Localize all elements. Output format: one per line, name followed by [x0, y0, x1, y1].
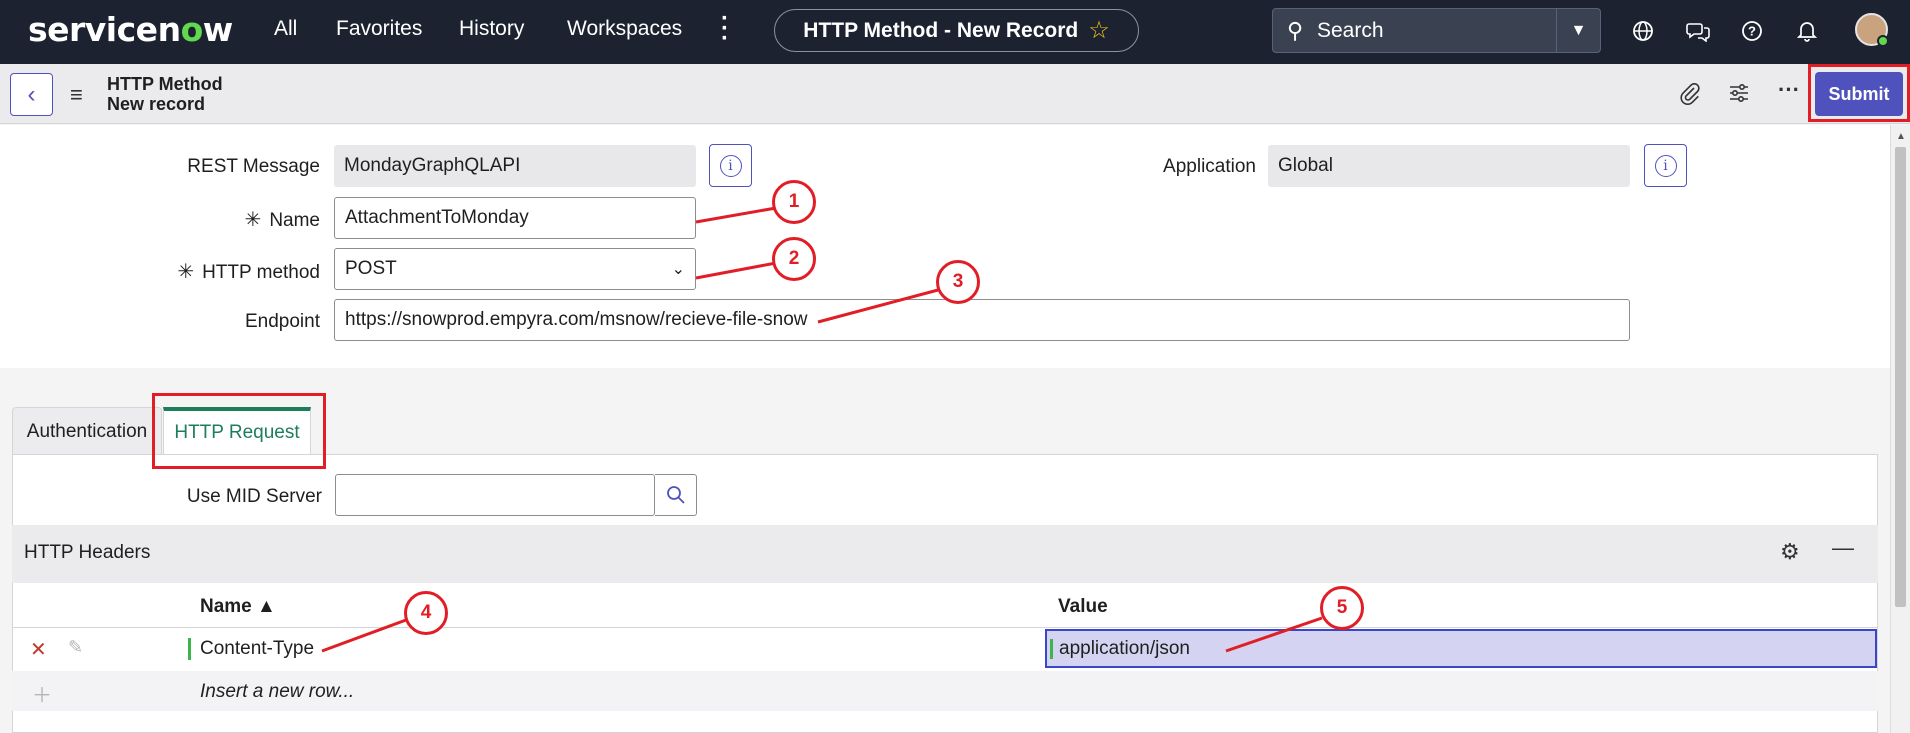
- name-input[interactable]: AttachmentToMonday: [334, 197, 696, 239]
- info-icon: i: [719, 154, 742, 177]
- callout-4: 4: [404, 591, 448, 635]
- column-header-value[interactable]: Value: [1058, 596, 1108, 618]
- header-divider: [12, 627, 1878, 628]
- application-label: Application: [1163, 156, 1256, 177]
- changed-indicator: [188, 638, 191, 660]
- back-button[interactable]: ‹: [10, 73, 53, 116]
- http-method-select[interactable]: POST ⌄: [334, 248, 696, 290]
- info-icon: i: [1654, 154, 1677, 177]
- required-asterisk-icon: ✳: [244, 209, 262, 231]
- http-headers-title: HTTP Headers: [24, 542, 151, 563]
- servicenow-logo[interactable]: servicenow: [28, 10, 233, 49]
- form-title-table: HTTP Method: [107, 74, 223, 94]
- mid-server-input[interactable]: [335, 474, 655, 516]
- header-value-text: application/json: [1059, 637, 1190, 659]
- form-title-subtitle: New record: [107, 94, 206, 114]
- context-menu-icon[interactable]: ≡: [70, 82, 83, 108]
- help-icon[interactable]: ?: [1738, 17, 1766, 45]
- user-avatar[interactable]: [1855, 13, 1889, 47]
- collapse-minus-icon[interactable]: —: [1832, 535, 1854, 561]
- more-menu-icon[interactable]: · · ·: [718, 7, 732, 51]
- search-input[interactable]: [1317, 18, 1537, 43]
- gear-icon[interactable]: ⚙: [1780, 539, 1800, 565]
- http-method-label: ✳ HTTP method: [150, 259, 320, 284]
- scrollbar-thumb[interactable]: [1895, 147, 1906, 607]
- nav-all[interactable]: All: [274, 17, 297, 41]
- callout-3: 3: [936, 260, 980, 304]
- favorite-star-icon[interactable]: ☆: [1088, 16, 1110, 45]
- name-label: ✳ Name: [150, 207, 320, 232]
- callout-2: 2: [772, 237, 816, 281]
- edit-pencil-icon[interactable]: ✎: [68, 637, 83, 658]
- http-request-tab-highlight-box: [152, 393, 326, 469]
- application-info-button[interactable]: i: [1644, 144, 1687, 187]
- tab-authentication[interactable]: Authentication: [12, 407, 162, 455]
- http-method-label-text: HTTP method: [202, 262, 320, 283]
- global-search[interactable]: ⚲ ▼: [1272, 8, 1601, 53]
- column-header-name[interactable]: Name ▲: [200, 596, 276, 618]
- globe-icon[interactable]: [1629, 17, 1657, 45]
- personalize-sliders-icon[interactable]: [1728, 82, 1750, 110]
- application-field[interactable]: Global: [1268, 145, 1630, 187]
- chevron-down-icon: ⌄: [671, 261, 685, 278]
- rest-message-info-button[interactable]: i: [709, 144, 752, 187]
- changed-indicator: [1050, 639, 1053, 659]
- name-label-text: Name: [269, 210, 320, 231]
- attachment-paperclip-icon[interactable]: [1680, 82, 1700, 112]
- scroll-up-arrow-icon[interactable]: ▲: [1896, 131, 1906, 142]
- http-headers-section-header: HTTP Headers ⚙ —: [12, 525, 1878, 583]
- delete-row-icon[interactable]: ✕: [30, 637, 47, 662]
- nav-favorites[interactable]: Favorites: [336, 17, 422, 41]
- chevron-left-icon: ‹: [27, 80, 36, 108]
- callout-1: 1: [772, 180, 816, 224]
- nav-history[interactable]: History: [459, 17, 524, 41]
- search-icon: [666, 486, 685, 504]
- top-navigation: servicenow All Favorites History Workspa…: [0, 0, 1910, 64]
- rest-message-field[interactable]: MondayGraphQLAPI: [334, 145, 696, 187]
- insert-row-text: Insert a new row...: [200, 681, 355, 702]
- nav-workspaces[interactable]: Workspaces: [567, 17, 682, 41]
- search-icon: ⚲: [1286, 17, 1304, 43]
- svg-text:?: ?: [1748, 24, 1756, 39]
- mid-server-lookup-button[interactable]: [655, 474, 697, 516]
- header-name-cell[interactable]: Content-Type: [200, 638, 314, 660]
- callout-5: 5: [1320, 586, 1364, 630]
- more-options-icon[interactable]: ···: [1778, 77, 1800, 103]
- form-header: ‹ ≡ HTTP Method New record ··· Submit: [0, 64, 1910, 124]
- header-value-cell[interactable]: application/json: [1045, 629, 1877, 668]
- record-title: HTTP Method - New Record: [803, 18, 1079, 42]
- endpoint-input[interactable]: https://snowprod.empyra.com/msnow/reciev…: [334, 299, 1630, 341]
- plus-icon: ＋: [32, 685, 52, 707]
- rest-message-label: REST Message: [187, 156, 320, 177]
- submit-highlight-box: [1808, 64, 1910, 122]
- mid-server-label: Use MID Server: [186, 486, 322, 507]
- endpoint-label: Endpoint: [244, 311, 320, 332]
- insert-new-row[interactable]: ＋ Insert a new row...: [12, 671, 1878, 711]
- page-scrollbar[interactable]: ▲: [1890, 125, 1910, 733]
- chat-icon[interactable]: [1684, 17, 1712, 45]
- search-dropdown-icon[interactable]: ▼: [1556, 9, 1600, 52]
- form-title: HTTP Method New record: [107, 74, 223, 114]
- notifications-bell-icon[interactable]: [1793, 17, 1821, 45]
- record-title-pill[interactable]: HTTP Method - New Record ☆: [774, 9, 1139, 52]
- required-asterisk-icon: ✳: [177, 261, 195, 283]
- http-method-selected: POST: [345, 258, 397, 279]
- online-status-dot: [1877, 35, 1889, 47]
